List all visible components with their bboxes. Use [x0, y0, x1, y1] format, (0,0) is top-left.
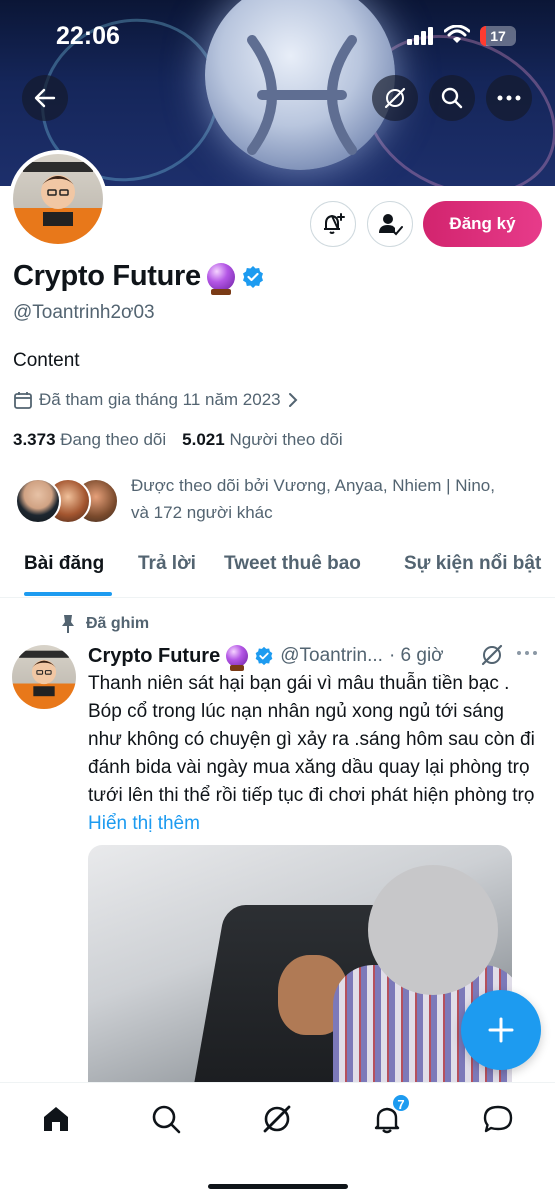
search-icon	[152, 1105, 181, 1134]
subscribe-button[interactable]: Đăng ký	[423, 201, 542, 247]
pin-icon	[62, 615, 74, 633]
battery-level: 17	[490, 28, 506, 44]
tab-posts[interactable]: Bài đăng	[24, 553, 104, 575]
bottom-navigation: 7	[0, 1082, 555, 1200]
plus-icon	[488, 1017, 514, 1043]
pinned-label: Đã ghim	[60, 614, 149, 634]
tweet-text[interactable]: Thanh niên sát hại bạn gái vì mâu thuẫn …	[88, 670, 538, 838]
notify-bell-button[interactable]	[310, 201, 356, 247]
profile-bio: Content	[13, 350, 80, 371]
pinned-text: Đã ghim	[86, 615, 150, 632]
calendar-icon	[14, 392, 32, 409]
grok-icon[interactable]	[480, 643, 504, 667]
following-status-button[interactable]	[367, 201, 413, 247]
followed-by-text: Được theo dõi bởi Vương, Anyaa, Nhiem | …	[131, 472, 495, 526]
crystal-ball-icon	[226, 645, 249, 671]
tab-replies[interactable]: Trả lời	[138, 553, 196, 575]
tweet-author-handle: @Toantrin...	[280, 645, 383, 666]
show-more-link[interactable]: Hiển thị thêm	[88, 813, 200, 834]
avatar-cartoon	[19, 650, 69, 697]
status-bar: 22:06 17	[0, 0, 555, 70]
bell-plus-icon	[324, 213, 345, 234]
messages-icon	[483, 1105, 513, 1133]
wifi-icon	[444, 25, 470, 43]
profile-handle: @Toantrinh2ơ03	[13, 302, 155, 323]
nav-home[interactable]	[36, 1099, 76, 1139]
avatar-cartoon	[23, 162, 93, 226]
battery-indicator: 17	[480, 26, 516, 46]
grok-icon	[384, 87, 406, 109]
status-time: 22:06	[56, 22, 120, 50]
cellular-signal-icon	[407, 27, 433, 45]
profile-tabs: Bài đăng Trả lời Tweet thuê bao Sự kiện …	[0, 540, 555, 598]
nav-search[interactable]	[146, 1099, 186, 1139]
tweet-body: Thanh niên sát hại bạn gái vì mâu thuẫn …	[88, 673, 535, 806]
profile-avatar[interactable]	[9, 150, 107, 248]
search-icon	[441, 87, 463, 109]
tweet-header: Crypto Future @Toantrin... · 6 giờ	[88, 642, 548, 671]
back-button[interactable]	[22, 75, 68, 121]
tab-subscriber-tweets[interactable]: Tweet thuê bao	[224, 553, 361, 575]
following-stat[interactable]: 3.373 Đang theo dõi	[13, 430, 166, 450]
compose-button[interactable]	[461, 990, 541, 1070]
joined-date[interactable]: Đã tham gia tháng 11 năm 2023	[13, 390, 299, 410]
chevron-right-icon	[288, 393, 298, 407]
user-check-icon	[379, 214, 403, 236]
search-button[interactable]	[429, 75, 475, 121]
followers-label: Người theo dõi	[229, 430, 343, 449]
following-label: Đang theo dõi	[60, 430, 167, 449]
verified-badge-icon[interactable]	[241, 265, 265, 289]
more-horizontal-icon[interactable]	[516, 650, 538, 656]
notification-badge: 7	[391, 1093, 411, 1113]
active-tab-indicator	[24, 592, 112, 596]
grok-button[interactable]	[372, 75, 418, 121]
arrow-left-icon	[34, 88, 56, 108]
joined-text: Đã tham gia tháng 11 năm 2023	[39, 390, 281, 409]
display-name-text: Crypto Future	[13, 260, 201, 292]
followed-by-line: Được theo dõi bởi Vương, Anyaa, Nhiem | …	[131, 476, 495, 495]
followed-by-line: và 172 người khác	[131, 503, 273, 522]
tweet-media-image[interactable]	[88, 845, 512, 1085]
followers-stat[interactable]: 5.021 Người theo dõi	[182, 430, 343, 450]
grok-icon	[263, 1105, 291, 1133]
followers-count: 5.021	[182, 430, 225, 449]
home-indicator	[208, 1184, 348, 1189]
follower-avatars	[13, 478, 123, 524]
tweet-author-name[interactable]: Crypto Future	[88, 645, 220, 668]
more-options-button[interactable]	[486, 75, 532, 121]
home-icon	[44, 1107, 68, 1131]
nav-messages[interactable]	[478, 1099, 518, 1139]
crystal-ball-icon	[206, 262, 235, 295]
follow-stats: 3.373 Đang theo dõi 5.021 Người theo dõi	[13, 430, 343, 450]
followers-you-know[interactable]: Được theo dõi bởi Vương, Anyaa, Nhiem | …	[13, 470, 543, 530]
nav-notifications[interactable]: 7	[367, 1093, 411, 1139]
verified-badge-icon	[255, 646, 273, 666]
avatar	[15, 478, 61, 524]
tweet-author-avatar[interactable]	[12, 645, 76, 709]
tweet-time: · 6 giờ	[388, 645, 444, 666]
blurred-face	[368, 865, 498, 995]
nav-grok[interactable]	[257, 1099, 297, 1139]
tab-highlights[interactable]: Sự kiện nổi bật	[404, 553, 541, 575]
display-name: Crypto Future	[13, 260, 265, 295]
more-horizontal-icon	[497, 95, 521, 101]
following-count: 3.373	[13, 430, 56, 449]
